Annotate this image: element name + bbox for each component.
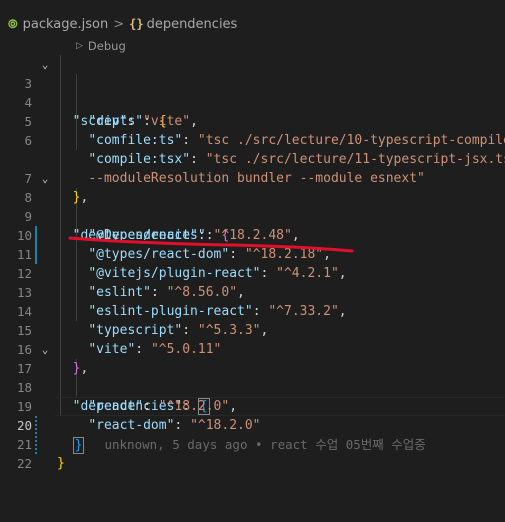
code-line[interactable]: 22 (0, 435, 505, 471)
code-line[interactable]: 15 "vite": "^5.0.11" (0, 302, 505, 357)
code-line[interactable]: 12 "eslint": "^8.56.0", (0, 245, 505, 300)
close-brace: } (57, 456, 65, 471)
code-line[interactable]: 18 "react": "^18.2.0", (0, 359, 505, 414)
code-line[interactable]: 16 }, (0, 321, 505, 376)
code-line[interactable]: 3 ⌄ "scripts": { (0, 55, 505, 129)
code-editor[interactable]: 3 ⌄ "scripts": { 4 "dev": "vite", 5 "com… (0, 55, 505, 471)
code-line[interactable]: 5 "comfile:ts": "tsc ./src/lecture/10-ty… (0, 93, 505, 148)
fold-chevron-icon[interactable]: ⌄ (38, 169, 52, 188)
code-line[interactable]: 17 ⌄ "dependencies": { (0, 340, 505, 415)
code-line[interactable]: 21 } (0, 416, 505, 471)
code-line[interactable]: 9 "@types/react": "^18.2.48", (0, 188, 505, 243)
code-line[interactable]: 11 "@vitejs/plugin-react": "^4.2.1", (0, 226, 505, 281)
code-line[interactable]: 7 }, (0, 150, 505, 205)
debug-label: Debug (87, 39, 126, 53)
fold-chevron-icon[interactable]: ⌄ (38, 340, 52, 359)
fold-chevron-icon[interactable]: ⌄ (38, 55, 52, 74)
breadcrumb-section[interactable]: dependencies (147, 17, 238, 32)
braces-icon: {} (129, 17, 144, 31)
debug-codelens[interactable]: ▷ Debug (76, 38, 126, 54)
code-line[interactable]: 8 ⌄ "devDependencies": { (0, 169, 505, 243)
code-line[interactable]: 14 "typescript": "^5.3.3", (0, 283, 505, 338)
code-line[interactable]: 13 "eslint-plugin-react": "^7.33.2", (0, 264, 505, 319)
breadcrumb-separator: > (113, 16, 125, 32)
code-line[interactable]: 4 "dev": "vite", (0, 74, 505, 129)
play-icon: ▷ (76, 41, 83, 51)
breadcrumb: ⦾ package.json > {} dependencies (0, 14, 505, 34)
json-file-icon: ⦾ (8, 16, 18, 31)
code-line[interactable]: 19 "react-dom": "^18.2.0" (0, 378, 505, 433)
line-number: 22 (16, 456, 32, 471)
code-line-current[interactable]: 20 } unknown, 5 days ago • react 수업 05번째 … (0, 397, 505, 454)
code-line[interactable]: 10 "@types/react-dom": "^18.2.18", (0, 207, 505, 262)
code-line[interactable]: 6 "compile:tsx": "tsc ./src/lecture/11-t… (0, 112, 505, 167)
code-line-wrap[interactable]: --moduleResolution bundler --module esne… (0, 131, 505, 186)
breadcrumb-file[interactable]: package.json (23, 17, 109, 32)
